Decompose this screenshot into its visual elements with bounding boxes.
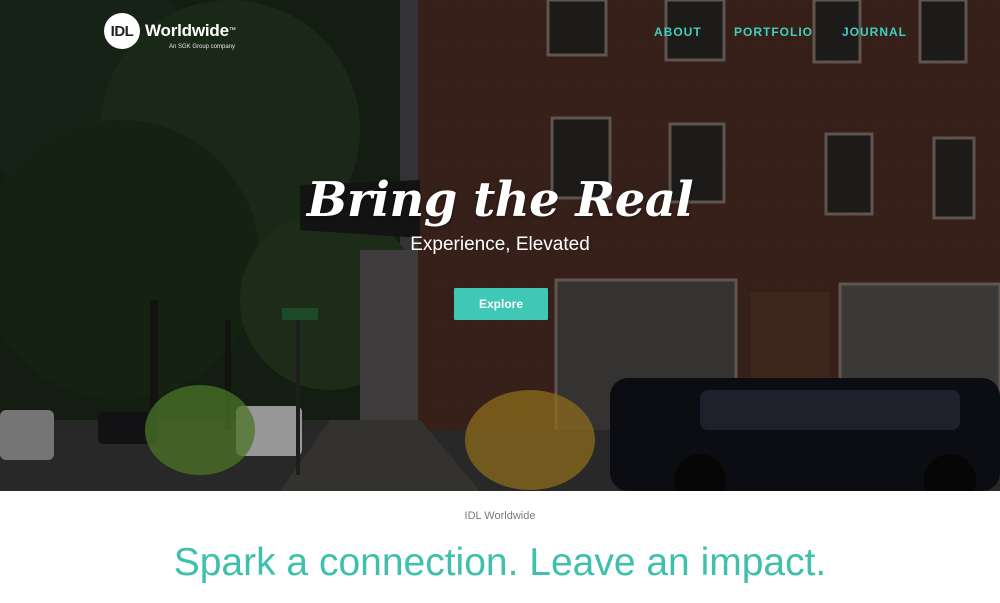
- nav-link-journal[interactable]: JOURNAL: [842, 25, 907, 39]
- logo-tagline: An SGK Group company: [169, 44, 236, 50]
- hero-section: IDL Worldwide™ An SGK Group company ABOU…: [0, 0, 1000, 491]
- section-label: IDL Worldwide: [464, 510, 536, 522]
- hero-title: Bring the Real: [306, 172, 694, 228]
- nav-link-about[interactable]: ABOUT: [654, 25, 702, 39]
- section-headline: Spark a connection. Leave an impact.: [173, 541, 827, 584]
- nav-link-portfolio[interactable]: PORTFOLIO: [734, 25, 813, 39]
- main-nav: ABOUT PORTFOLIO JOURNAL: [0, 25, 1000, 41]
- explore-button[interactable]: Explore: [454, 288, 548, 320]
- hero-subtitle: Experience, Elevated: [410, 234, 590, 255]
